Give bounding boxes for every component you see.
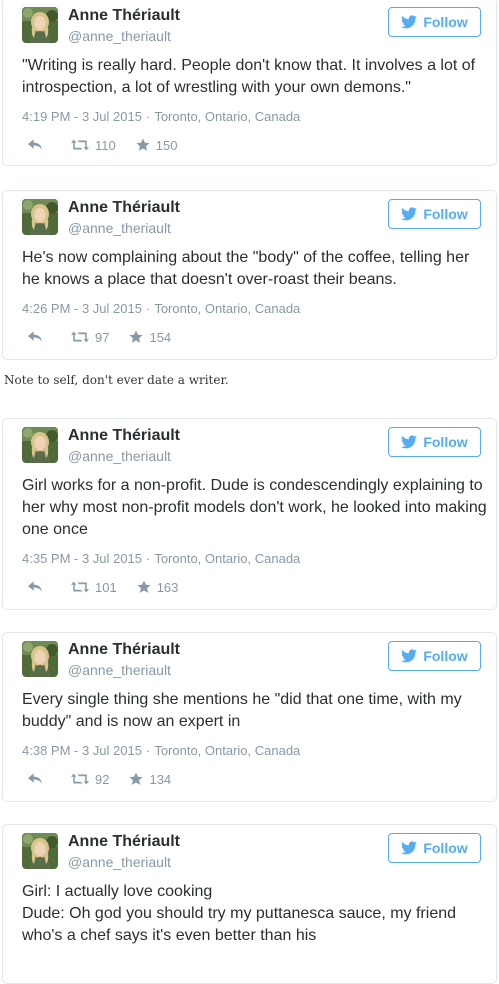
retweet-icon <box>71 773 89 785</box>
follow-button[interactable]: Follow <box>388 199 481 229</box>
retweet-button[interactable]: 110 <box>71 138 116 153</box>
tweet-text: Every single thing she mentions he "did … <box>22 691 462 730</box>
interstitial-note: Note to self, don't ever date a writer. <box>4 373 229 387</box>
follow-label: Follow <box>423 14 468 30</box>
favorite-button[interactable]: 134 <box>129 772 171 787</box>
favorite-count: 134 <box>149 771 172 787</box>
avatar[interactable] <box>22 833 58 869</box>
reply-button[interactable] <box>28 581 43 593</box>
tweet-text: He's now complaining about the "body" of… <box>22 249 470 288</box>
tweet-time[interactable]: 4:26 PM - 3 Jul 2015 <box>22 301 142 316</box>
follow-button[interactable]: Follow <box>388 833 481 863</box>
tweet-meta: 4:38 PM - 3 Jul 2015 · Toronto, Ontario, C… <box>22 743 301 758</box>
follow-label: Follow <box>423 434 468 450</box>
tweet-location[interactable]: Toronto, Ontario, Canada <box>154 551 300 566</box>
favorite-count: 154 <box>149 329 172 345</box>
tweet-card: Anne Thériault @anne_theriault Follow Gi… <box>2 418 497 610</box>
follow-button[interactable]: Follow <box>388 641 481 671</box>
author-handle[interactable]: @anne_theriault <box>68 448 171 464</box>
tweet-text-line: Dude: Oh god you should try my puttanesc… <box>22 905 457 944</box>
tweet-actions: 92 134 <box>22 769 171 789</box>
avatar[interactable] <box>22 199 58 235</box>
favorite-count: 150 <box>155 137 178 153</box>
tweet-actions: 97 154 <box>22 327 171 347</box>
author-name[interactable]: Anne Thériault <box>68 199 180 217</box>
reply-icon <box>28 773 43 785</box>
favorite-button[interactable]: 154 <box>129 330 171 345</box>
tweet-card: Anne Thériault @anne_theriault Follow Ev… <box>2 632 497 802</box>
retweet-count: 101 <box>95 579 117 595</box>
tweet-card: Anne Thériault @anne_theriault Follow He… <box>2 190 497 360</box>
follow-label: Follow <box>423 840 468 856</box>
star-icon <box>137 580 151 594</box>
tweet-location[interactable]: Toronto, Ontario, Canada <box>154 301 300 316</box>
reply-button[interactable] <box>28 139 43 151</box>
retweet-button[interactable]: 101 <box>71 580 117 595</box>
reply-icon <box>28 139 43 151</box>
retweet-button[interactable]: 97 <box>71 330 109 345</box>
favorite-button[interactable]: 163 <box>137 579 179 595</box>
reply-button[interactable] <box>28 331 43 343</box>
bird-icon <box>401 841 417 855</box>
author-name[interactable]: Anne Thériault <box>68 833 180 851</box>
tweet-actions: 110 150 <box>22 135 177 155</box>
tweet-text: Girl works for a non-profit. Dude is con… <box>22 477 487 538</box>
tweet-time[interactable]: 4:38 PM - 3 Jul 2015 <box>22 743 142 758</box>
tweet-time[interactable]: 4:35 PM - 3 Jul 2015 <box>22 551 142 566</box>
author-handle[interactable]: @anne_theriault <box>68 220 171 236</box>
tweet-location[interactable]: Toronto, Ontario, Canada <box>154 109 300 124</box>
tweet-meta: 4:35 PM - 3 Jul 2015 · Toronto, Ontario, C… <box>22 551 301 566</box>
tweet-card: Anne Thériault @anne_theriault Follow "W… <box>2 0 497 166</box>
follow-label: Follow <box>423 648 468 664</box>
retweet-count: 92 <box>95 771 110 787</box>
author-handle[interactable]: @anne_theriault <box>68 662 171 678</box>
author-name[interactable]: Anne Thériault <box>68 7 180 25</box>
tweet-text: Girl: I actually love cooking Dude: Oh g… <box>22 881 487 947</box>
retweet-count: 97 <box>95 329 110 345</box>
avatar[interactable] <box>22 7 58 43</box>
tweet-text-line: Girl: I actually love cooking <box>22 883 213 900</box>
author-name[interactable]: Anne Thériault <box>68 641 180 659</box>
tweet-meta: 4:19 PM - 3 Jul 2015 · Toronto, Ontario, C… <box>22 109 301 124</box>
favorite-button[interactable]: 150 <box>136 137 178 153</box>
avatar[interactable] <box>22 427 58 463</box>
tweet-location[interactable]: Toronto, Ontario, Canada <box>154 743 300 758</box>
retweet-icon <box>71 139 89 151</box>
author-handle[interactable]: @anne_theriault <box>68 28 171 44</box>
retweet-icon <box>71 331 89 343</box>
reply-button[interactable] <box>28 773 43 785</box>
retweet-button[interactable]: 92 <box>71 772 109 787</box>
reply-icon <box>28 581 43 593</box>
tweet-time[interactable]: 4:19 PM - 3 Jul 2015 <box>22 109 142 124</box>
favorite-count: 163 <box>156 579 179 595</box>
author-handle[interactable]: @anne_theriault <box>68 854 171 870</box>
follow-label: Follow <box>423 206 468 222</box>
follow-button[interactable]: Follow <box>388 7 481 37</box>
reply-icon <box>28 331 43 343</box>
tweet-text: "Writing is really hard. People don't kn… <box>22 57 476 96</box>
star-icon <box>129 330 143 344</box>
star-icon <box>129 772 143 786</box>
avatar[interactable] <box>22 641 58 677</box>
bird-icon <box>401 649 417 663</box>
follow-button[interactable]: Follow <box>388 427 481 457</box>
author-name[interactable]: Anne Thériault <box>68 427 180 445</box>
retweet-icon <box>71 581 89 593</box>
tweet-card: Anne Thériault @anne_theriault Follow Gi… <box>2 824 497 984</box>
bird-icon <box>401 207 417 221</box>
bird-icon <box>401 435 417 449</box>
bird-icon <box>401 15 417 29</box>
tweet-meta: 4:26 PM - 3 Jul 2015 · Toronto, Ontario, C… <box>22 301 301 316</box>
tweet-actions: 101 163 <box>22 577 178 597</box>
star-icon <box>136 138 150 152</box>
retweet-count: 110 <box>95 137 116 153</box>
